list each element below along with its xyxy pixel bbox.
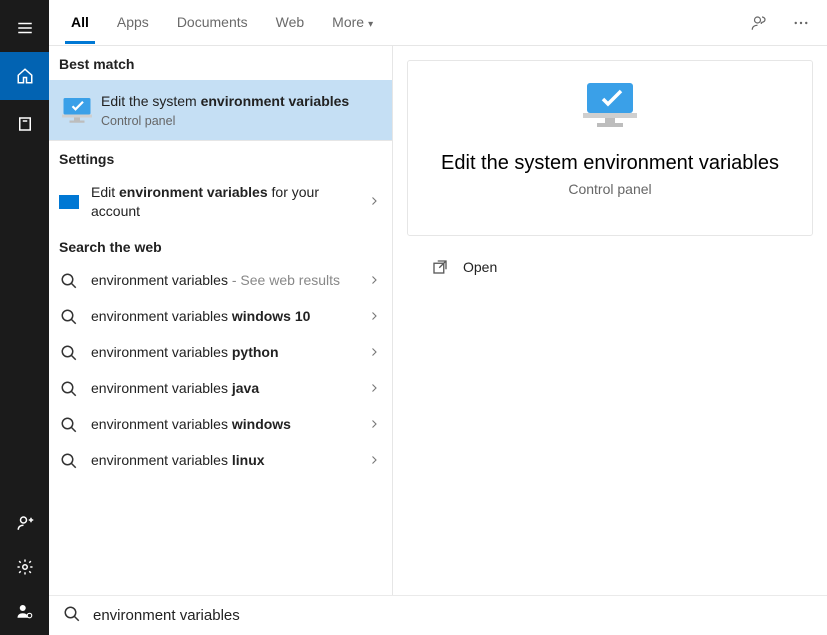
web-results-list: environment variables - See web results e…: [49, 263, 392, 479]
tab-web[interactable]: Web: [270, 2, 311, 44]
search-icon: [59, 343, 79, 363]
best-match-result[interactable]: Edit the system environment variables Co…: [49, 80, 392, 140]
web-result[interactable]: environment variables python: [49, 335, 392, 371]
result-title: environment variables python: [91, 343, 364, 362]
open-action[interactable]: Open: [407, 254, 823, 280]
settings-header: Settings: [49, 141, 392, 175]
search-input[interactable]: [93, 603, 827, 628]
monitor-check-large-icon: [575, 79, 645, 138]
chevron-down-icon: ▾: [368, 19, 373, 30]
tab-more[interactable]: More▾: [326, 2, 379, 44]
display-settings-icon: [59, 192, 79, 212]
web-result[interactable]: environment variables - See web results: [49, 263, 392, 299]
home-button[interactable]: [0, 52, 49, 100]
search-icon: [59, 271, 79, 291]
more-options-icon[interactable]: [787, 9, 815, 37]
account-switch-button[interactable]: [0, 599, 49, 623]
detail-panel: Edit the system environment variables Co…: [407, 46, 827, 595]
result-title: environment variables linux: [91, 451, 364, 470]
open-icon: [431, 258, 449, 276]
chevron-right-icon: [368, 273, 380, 289]
search-bar: [49, 595, 827, 635]
add-person-button[interactable]: [0, 511, 49, 535]
tabs-header: All Apps Documents Web More▾: [49, 0, 827, 46]
result-title: Edit the system environment variables: [101, 92, 384, 111]
web-result[interactable]: environment variables windows: [49, 407, 392, 443]
chevron-right-icon: [368, 345, 380, 361]
detail-subtitle: Control panel: [568, 181, 651, 197]
result-title: Edit environment variables for your acco…: [91, 183, 364, 221]
best-match-header: Best match: [49, 46, 392, 80]
result-title: environment variables windows 10: [91, 307, 364, 326]
search-icon: [59, 307, 79, 327]
web-result[interactable]: environment variables linux: [49, 443, 392, 479]
search-icon: [59, 451, 79, 471]
detail-card: Edit the system environment variables Co…: [407, 60, 813, 236]
tab-apps[interactable]: Apps: [111, 2, 155, 44]
web-header: Search the web: [49, 229, 392, 263]
tab-documents[interactable]: Documents: [171, 2, 254, 44]
chevron-right-icon: [368, 194, 380, 210]
collections-button[interactable]: [0, 100, 49, 148]
main-area: All Apps Documents Web More▾ Best match: [49, 0, 827, 635]
search-icon: [59, 415, 79, 435]
chevron-right-icon: [368, 381, 380, 397]
windows-search-app: All Apps Documents Web More▾ Best match: [0, 0, 827, 635]
search-icon: [63, 605, 81, 626]
action-label: Open: [463, 259, 497, 275]
result-title: environment variables windows: [91, 415, 364, 434]
chevron-right-icon: [368, 309, 380, 325]
chevron-right-icon: [368, 453, 380, 469]
tab-all[interactable]: All: [65, 2, 95, 44]
settings-button[interactable]: [0, 555, 49, 579]
settings-result[interactable]: Edit environment variables for your acco…: [49, 175, 392, 229]
content-area: Best match Edit the system environment v…: [49, 46, 827, 595]
hamburger-button[interactable]: [0, 4, 49, 52]
results-panel: Best match Edit the system environment v…: [49, 46, 393, 595]
monitor-check-icon: [59, 92, 95, 128]
feedback-icon[interactable]: [745, 9, 773, 37]
detail-title: Edit the system environment variables: [441, 152, 779, 175]
result-subtitle: Control panel: [101, 114, 384, 128]
detail-actions: Open: [407, 254, 823, 280]
search-icon: [59, 379, 79, 399]
result-title: environment variables java: [91, 379, 364, 398]
web-result[interactable]: environment variables windows 10: [49, 299, 392, 335]
nav-rail: [0, 0, 49, 635]
result-title: environment variables - See web results: [91, 271, 364, 290]
chevron-right-icon: [368, 417, 380, 433]
web-result[interactable]: environment variables java: [49, 371, 392, 407]
